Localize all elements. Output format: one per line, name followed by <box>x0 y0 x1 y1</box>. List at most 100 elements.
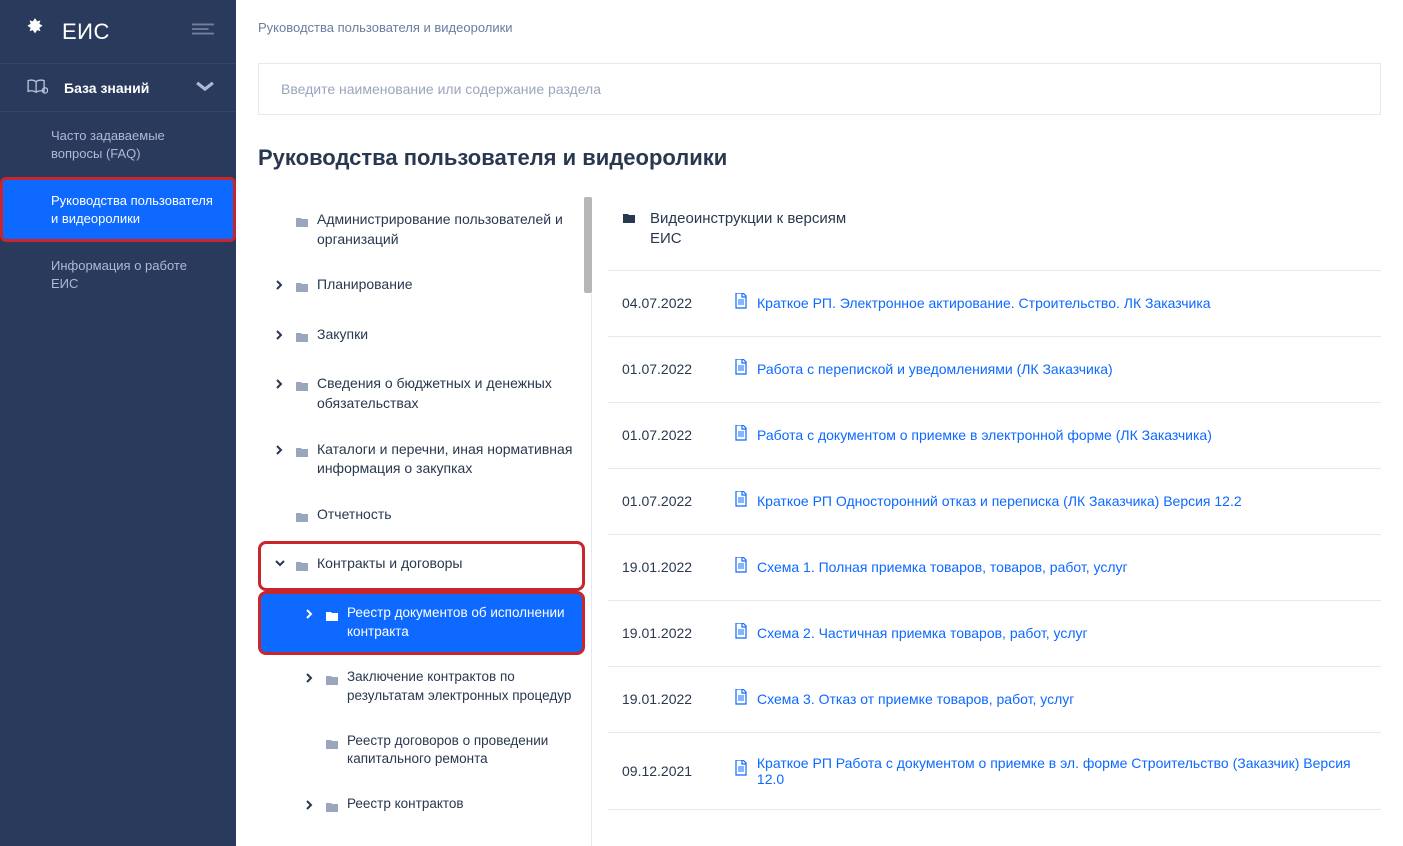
brand-title: ЕИС <box>62 19 110 45</box>
list-pane: Видеоинструкции к версиям ЕИС 04.07.2022… <box>608 197 1381 846</box>
list-header: Видеоинструкции к версиям ЕИС <box>608 197 1381 271</box>
folder-icon <box>295 554 309 578</box>
tree-node[interactable]: Сведения о бюджетных и денежных обязател… <box>258 361 585 426</box>
folder-icon <box>622 209 636 229</box>
doc-date: 09.12.2021 <box>622 763 706 779</box>
folder-icon <box>295 325 309 349</box>
tree-pane: Администрирование пользователей и органи… <box>258 197 592 846</box>
doc-row: 19.01.2022 Схема 2. Частичная приемка тов… <box>608 601 1381 667</box>
tree-node[interactable]: Закупки <box>258 312 585 362</box>
document-icon <box>734 689 747 710</box>
main: Руководства пользователя и видеоролики Р… <box>236 0 1403 846</box>
tree-node-label: Закупки <box>317 325 582 345</box>
tree-node[interactable]: Отчетность <box>258 492 585 542</box>
doc-date: 01.07.2022 <box>622 361 706 377</box>
folder-icon <box>325 732 339 756</box>
breadcrumb: Руководства пользователя и видеоролики <box>236 0 1403 63</box>
doc-link[interactable]: Работа с перепиской и уведомлениями (ЛК … <box>757 361 1113 377</box>
folder-icon <box>295 374 309 398</box>
doc-row: 01.07.2022 Работа с перепиской и уведомле… <box>608 337 1381 403</box>
chevron-down-icon <box>194 78 216 97</box>
tree-node-label: Реестр документов об исполнении контракт… <box>347 604 582 642</box>
tree-node[interactable]: Реестр договоров о проведении капитально… <box>258 719 585 783</box>
document-icon <box>734 425 747 446</box>
document-icon <box>734 760 747 781</box>
doc-date: 04.07.2022 <box>622 295 706 311</box>
document-icon <box>734 491 747 512</box>
doc-link[interactable]: Краткое РП Работа с документом о приемке… <box>757 755 1381 787</box>
doc-date: 19.01.2022 <box>622 691 706 707</box>
chevron-icon <box>273 505 287 509</box>
doc-link[interactable]: Схема 2. Частичная приемка товаров, рабо… <box>757 625 1088 641</box>
doc-row: 19.01.2022 Схема 3. Отказ от приемке това… <box>608 667 1381 733</box>
content-panes: Администрирование пользователей и органи… <box>236 197 1403 846</box>
folder-icon <box>295 440 309 464</box>
doc-link[interactable]: Краткое РП Односторонний отказ и перепис… <box>757 493 1242 509</box>
page-title: Руководства пользователя и видеоролики <box>236 145 1403 197</box>
document-icon <box>734 623 747 644</box>
document-icon <box>734 293 747 314</box>
knowledge-base-toggle[interactable]: База знаний <box>0 63 236 112</box>
folder-icon <box>295 505 309 529</box>
tree-node-label: Контракты и договоры <box>317 554 582 574</box>
doc-row: 04.07.2022 Краткое РП. Электронное актиро… <box>608 271 1381 337</box>
doc-date: 19.01.2022 <box>622 559 706 575</box>
doc-date: 01.07.2022 <box>622 427 706 443</box>
tree-node[interactable]: Администрирование пользователей и органи… <box>258 197 585 262</box>
knowledge-base-label: База знаний <box>64 80 149 96</box>
sidebar-item[interactable]: Руководства пользователя и видеоролики <box>0 177 236 242</box>
doc-link[interactable]: Схема 1. Полная приемка товаров, товаров… <box>757 559 1128 575</box>
sidebar: ЕИС База знаний Часто задаваемые вопросы… <box>0 0 236 846</box>
sidebar-item[interactable]: Часто задаваемые вопросы (FAQ) <box>0 112 236 177</box>
folder-icon <box>325 795 339 819</box>
tree-node-label: Каталоги и перечни, иная нормативная инф… <box>317 440 582 479</box>
doc-row: 19.01.2022 Схема 1. Полная приемка товаро… <box>608 535 1381 601</box>
sidebar-item[interactable]: Информация о работе ЕИС <box>0 242 236 307</box>
tree-node-label: Заключение контрактов по результатам эле… <box>347 668 582 706</box>
doc-link[interactable]: Краткое РП. Электронное актирование. Стр… <box>757 295 1211 311</box>
chevron-icon <box>303 604 317 620</box>
tree-node[interactable]: Реестр контрактов <box>258 782 585 832</box>
folder-icon <box>295 275 309 299</box>
doc-date: 19.01.2022 <box>622 625 706 641</box>
tree-node-label: Сведения о бюджетных и денежных обязател… <box>317 374 582 413</box>
menu-icon[interactable] <box>192 22 214 41</box>
tree-node-label: Отчетность <box>317 505 582 525</box>
tree-node-label: Реестр договоров о проведении капитально… <box>347 732 582 770</box>
tree-node[interactable]: Планирование <box>258 262 585 312</box>
folder-icon <box>325 604 339 628</box>
chevron-icon <box>273 325 287 341</box>
folder-icon <box>325 668 339 692</box>
tree-node-label: Планирование <box>317 275 582 295</box>
chevron-icon <box>303 795 317 811</box>
brand: ЕИС <box>0 0 236 63</box>
tree-node-label: Реестр контрактов <box>347 795 582 814</box>
chevron-icon <box>273 374 287 390</box>
doc-row: 01.07.2022 Работа с документом о приемке … <box>608 403 1381 469</box>
doc-date: 01.07.2022 <box>622 493 706 509</box>
tree-node[interactable]: Каталоги и перечни, иная нормативная инф… <box>258 427 585 492</box>
search-wrap <box>236 63 1403 145</box>
tree-node-label: Администрирование пользователей и органи… <box>317 210 582 249</box>
tree-node[interactable]: Контракты и договоры <box>258 541 585 591</box>
chevron-icon <box>273 275 287 291</box>
search-input[interactable] <box>258 63 1381 115</box>
tree-node[interactable]: Заключение контрактов по результатам эле… <box>258 655 585 719</box>
scrollbar[interactable] <box>584 197 592 846</box>
folder-icon <box>295 210 309 234</box>
chevron-icon <box>273 210 287 214</box>
doc-row: 09.12.2021 Краткое РП Работа с документом… <box>608 733 1381 810</box>
doc-link[interactable]: Работа с документом о приемке в электрон… <box>757 427 1212 443</box>
nav-list: Часто задаваемые вопросы (FAQ)Руководств… <box>0 112 236 307</box>
chevron-icon <box>303 732 317 736</box>
brand-emblem-icon <box>22 16 48 47</box>
doc-link[interactable]: Схема 3. Отказ от приемке товаров, работ… <box>757 691 1074 707</box>
document-icon <box>734 557 747 578</box>
book-icon <box>26 78 48 97</box>
chevron-icon <box>273 554 287 570</box>
document-icon <box>734 359 747 380</box>
chevron-icon <box>303 668 317 684</box>
chevron-icon <box>273 440 287 456</box>
list-header-title: Видеоинструкции к версиям ЕИС <box>650 209 860 250</box>
tree-node[interactable]: Реестр документов об исполнении контракт… <box>258 591 585 655</box>
